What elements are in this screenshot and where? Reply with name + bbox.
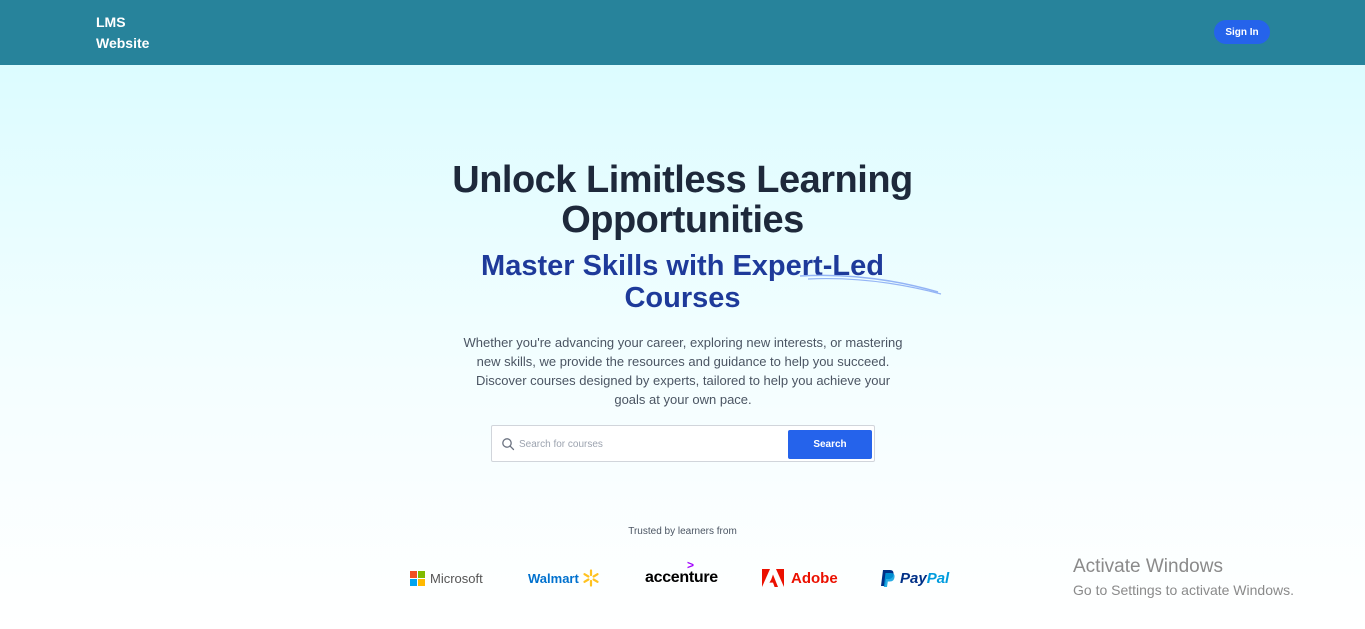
adobe-a-icon: [762, 569, 784, 587]
hero-subtitle-line-1: Master Skills with Expert-Led: [481, 250, 884, 282]
microsoft-squares-icon: [410, 570, 425, 586]
search-icon: [502, 438, 515, 451]
sign-in-button[interactable]: Sign In: [1214, 20, 1270, 44]
microsoft-logo: Microsoft: [410, 563, 483, 593]
logo-line-2: Website: [96, 35, 150, 51]
logo-line-1: LMS: [96, 14, 126, 30]
watermark-line-1: Activate Windows: [1073, 556, 1223, 577]
paypal-name-pal: Pal: [926, 569, 950, 587]
accenture-name: accenture >: [645, 558, 718, 587]
adobe-name: Adobe: [791, 569, 838, 587]
hero-title-line-1: Unlock Limitless Learning: [452, 159, 913, 201]
hero-title-line-2: Opportunities: [561, 199, 804, 241]
watermark-line-2: Go to Settings to activate Windows.: [1073, 582, 1294, 598]
paypal-name-pay: Pay: [900, 569, 927, 587]
hero-description: Whether you're advancing your career, ex…: [463, 335, 903, 407]
walmart-name: Walmart: [528, 570, 579, 586]
hero-subtitle: Master Skills with Expert-Led Courses: [0, 250, 1365, 314]
windows-activation-watermark: Activate Windows Go to Settings to activ…: [1073, 556, 1294, 602]
search-button[interactable]: Search: [788, 430, 872, 459]
top-navbar: LMS Website Sign In: [0, 0, 1365, 65]
trusted-by-label: Trusted by learners from: [628, 526, 737, 537]
course-search-bar: Search: [491, 425, 875, 462]
paypal-logo: PayPal: [880, 563, 949, 593]
adobe-logo: Adobe: [762, 563, 838, 593]
search-input[interactable]: [519, 431, 779, 457]
hero-subtitle-line-2: Courses: [624, 282, 741, 314]
walmart-logo: Walmart: [528, 563, 600, 593]
site-logo[interactable]: LMS Website: [96, 12, 176, 54]
accenture-logo: accenture >: [645, 558, 718, 593]
hero-title: Unlock Limitless Learning Opportunities: [0, 160, 1365, 240]
accenture-chevron-icon: >: [687, 558, 694, 572]
accenture-text: accenture: [645, 569, 718, 586]
microsoft-name: Microsoft: [430, 570, 483, 586]
paypal-p-icon: [881, 569, 895, 587]
walmart-spark-icon: [583, 569, 599, 587]
paypal-name: PayPal: [900, 570, 949, 587]
decorative-underline: [799, 274, 942, 295]
